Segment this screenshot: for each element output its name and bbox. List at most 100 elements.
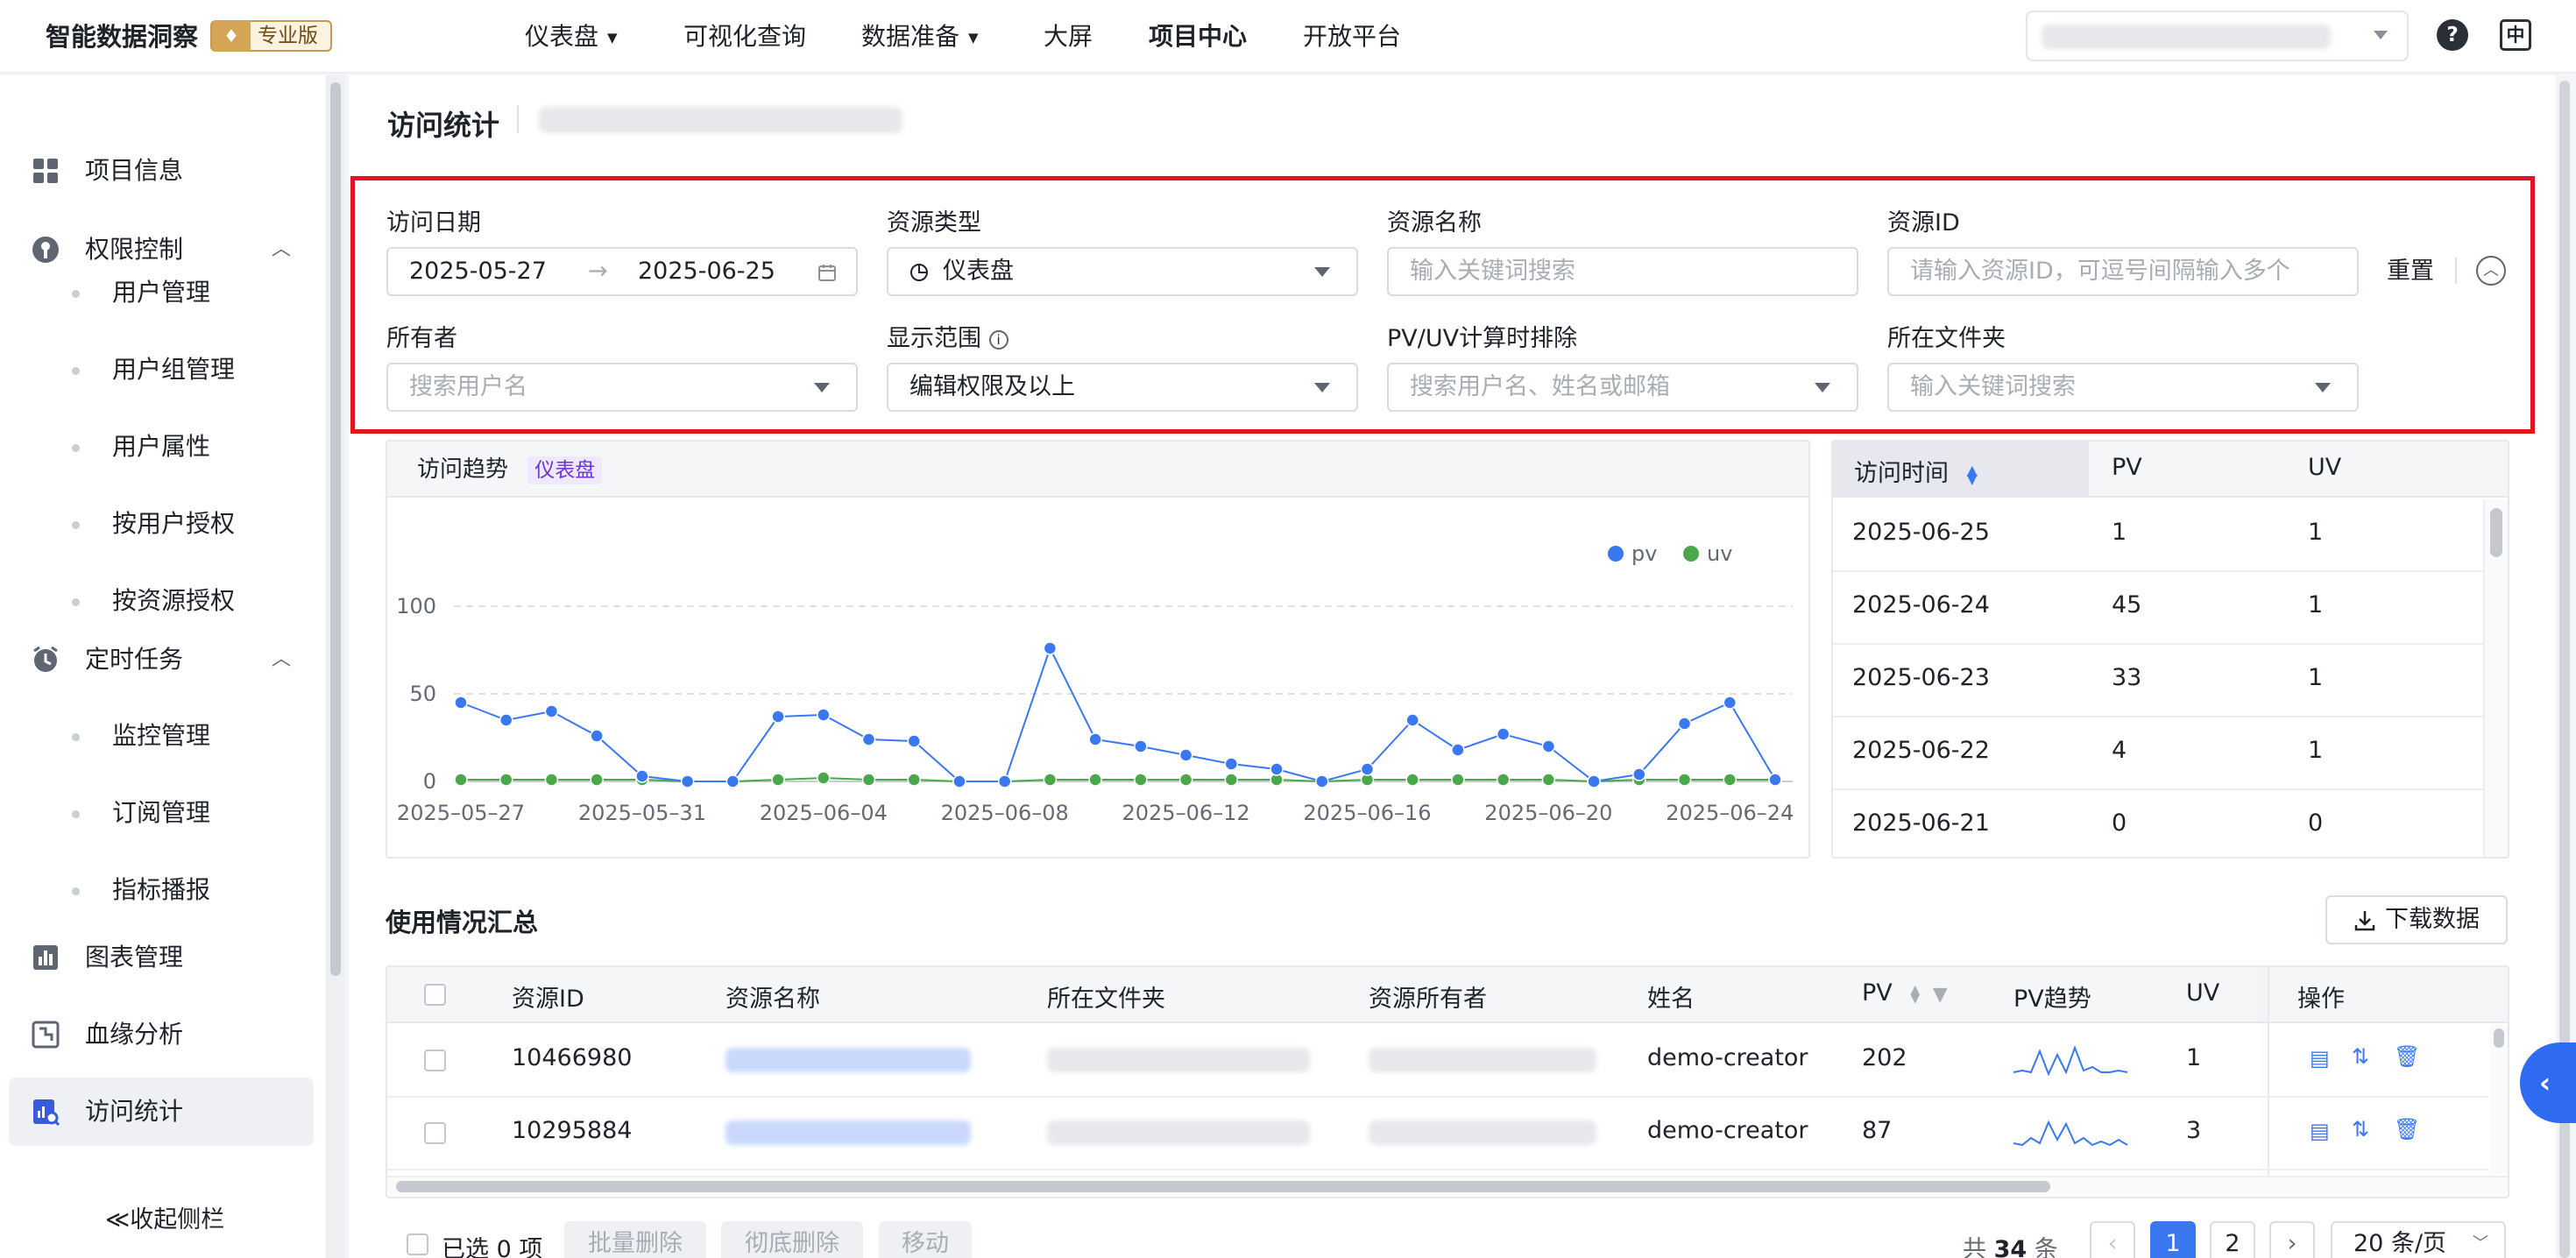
language-icon[interactable]: 中 [2500,19,2531,51]
row-checkbox[interactable] [424,1122,446,1144]
resource-id-input[interactable]: 请输入资源ID，可逗号间隔输入多个 [1887,247,2359,296]
daily-table-scrollbar-thumb[interactable] [2490,508,2502,557]
data-point-pv [1541,739,1556,753]
batch-delete-button[interactable]: 批量删除 [564,1221,706,1258]
data-point-uv [1496,773,1511,787]
sidebar-scrollbar-thumb[interactable] [330,82,341,976]
bar-chart-icon [33,945,58,970]
sidebar-item-metric-broadcast[interactable]: 指标播报 [0,864,314,916]
caret-down-icon [1314,383,1330,392]
info-icon[interactable]: i [988,329,1008,350]
resource-name-link-blurred[interactable] [725,1048,971,1072]
sort-icon[interactable]: ▲ ▼ [1910,984,1920,1005]
page-size-select[interactable]: 20 条/页 ﹀ [2331,1221,2506,1258]
view-detail-icon[interactable]: ▤ [2310,1119,2330,1143]
sidebar-item-project-info[interactable]: 项目信息 [0,137,314,205]
row-checkbox[interactable] [424,1050,446,1071]
x-tick-label: 2025–06–04 [760,801,888,825]
sidebar-item-auth-by-resource[interactable]: 按资源授权 [0,575,314,627]
summary-horizontal-scrollbar-thumb[interactable] [396,1181,2050,1192]
nav-visual-query[interactable]: 可视化查询 [683,19,806,54]
resource-name-input[interactable]: 输入关键词搜索 [1387,247,1858,296]
sidebar-item-lineage[interactable]: 血缘分析 [0,1000,314,1069]
owner-select[interactable]: 搜索用户名 [386,363,858,412]
display-scope-select[interactable]: 编辑权限及以上 [887,363,1358,412]
next-page-button[interactable]: › [2269,1221,2315,1258]
visit-date-range-picker[interactable]: 2025-05-27 → 2025-06-25 [386,247,858,296]
delete-icon[interactable]: 🗑 [2394,1117,2420,1141]
caret-down-icon [2315,383,2331,392]
column-header-pv: PV ▲ ▼ ▼ [1862,979,1948,1007]
view-detail-icon[interactable]: ▤ [2310,1046,2330,1071]
resource-type-select[interactable]: 仪表盘 [887,247,1358,296]
sidebar-item-user-attrs[interactable]: 用户属性 [0,421,314,473]
sidebar-item-access-stats[interactable]: 访问统计 [9,1078,314,1146]
reset-divider [2455,258,2457,284]
top-bar: 智能数据洞察 ♦ 专业版 仪表盘 ▼ 可视化查询 数据准备 ▼ 大屏 项目中心 开放… [0,0,2576,74]
column-header-pv: PV [2112,454,2142,481]
data-point-pv [1270,762,1284,776]
sidebar-item-group-mgmt[interactable]: 用户组管理 [0,343,314,396]
table-row[interactable]: 10466980 demo-creator 202 1 ▤ ⇅ 🗑 [387,1025,2488,1098]
help-icon[interactable]: ? [2437,19,2468,51]
table-cell: 2025-06-25 [1852,519,1990,546]
sidebar-item-user-mgmt[interactable]: 用户管理 [0,266,314,319]
data-point-pv [590,729,604,743]
sidebar-item-label: 订阅管理 [112,798,211,827]
sidebar-item-scheduled-tasks[interactable]: 定时任务 ︿ [0,625,314,694]
data-point-uv [454,773,468,787]
move-button[interactable]: 移动 [879,1221,972,1258]
prev-page-button[interactable]: ‹ [2090,1221,2135,1258]
exclude-users-placeholder: 搜索用户名、姓名或邮箱 [1410,373,1670,400]
column-header-visit-time[interactable]: 访问时间 ▲ ▼ [1854,454,1978,488]
filter-icon[interactable]: ▼ [1933,984,1948,1006]
resource-name-link-blurred[interactable] [725,1120,971,1145]
resource-type-label: 资源类型 [887,209,981,237]
data-point-pv [1768,773,1782,787]
sidebar-item-label: 用户属性 [112,432,211,461]
collapse-sidebar-button[interactable]: ≪收起侧栏 [105,1200,224,1234]
trend-title-text: 访问趋势 [417,456,509,483]
data-point-uv [1723,773,1737,787]
total-suffix: 条 [2034,1236,2058,1258]
sidebar-item-auth-by-user[interactable]: 按用户授权 [0,498,314,550]
purge-button[interactable]: 彻底删除 [721,1221,863,1258]
folder-select[interactable]: 输入关键词搜索 [1887,363,2359,412]
total-prefix: 共 [1963,1236,1986,1258]
folder-label: 所在文件夹 [1887,325,2006,352]
reset-button[interactable]: 重置 [2387,254,2434,289]
brand-name[interactable]: 智能数据洞察 [46,19,198,54]
summary-vertical-scrollbar-thumb[interactable] [2494,1028,2504,1048]
legend-label-pv: pv [1631,541,1657,566]
select-all-footer-checkbox[interactable] [407,1233,428,1255]
transfer-icon[interactable]: ⇅ [2352,1044,2369,1069]
nav-dashboard[interactable]: 仪表盘 ▼ [525,19,618,55]
date-end-value: 2025-06-25 [638,258,775,285]
table-row[interactable]: 10295884 demo-creator 87 3 ▤ ⇅ 🗑 [387,1098,2488,1170]
resource-id-label: 资源ID [1887,209,1960,237]
nav-big-screen[interactable]: 大屏 [1044,19,1093,54]
select-all-checkbox[interactable] [424,984,446,1006]
nav-open-platform[interactable]: 开放平台 [1303,19,1401,54]
page-2-button[interactable]: 2 [2210,1221,2255,1258]
sidebar-item-monitor[interactable]: 监控管理 [0,710,314,762]
page-title: 访问统计 [387,109,500,142]
project-selector[interactable] [2026,11,2409,61]
download-data-button[interactable]: 下载数据 [2325,895,2508,944]
sidebar-item-subscription[interactable]: 订阅管理 [0,787,314,839]
nav-project-center[interactable]: 项目中心 [1149,19,1247,54]
delete-icon[interactable]: 🗑 [2394,1044,2420,1069]
display-scope-value: 编辑权限及以上 [909,373,1075,400]
series-line-pv [460,646,1776,783]
collapse-filters-icon[interactable]: ︿ [2476,256,2506,286]
sidebar-item-chart-mgmt[interactable]: 图表管理 [0,923,314,992]
transfer-icon[interactable]: ⇅ [2352,1117,2369,1141]
nav-data-prep[interactable]: 数据准备 ▼ [861,19,979,55]
page-1-button[interactable]: 1 [2150,1221,2196,1258]
exclude-users-select[interactable]: 搜索用户名、姓名或邮箱 [1387,363,1858,412]
sort-icon[interactable]: ▲ ▼ [1967,463,1978,485]
column-header-folder: 所在文件夹 [1047,986,1165,1013]
project-name-blurred [2042,25,2331,49]
key-icon [32,237,59,263]
double-chevron-left-icon: ≪ [105,1206,131,1233]
